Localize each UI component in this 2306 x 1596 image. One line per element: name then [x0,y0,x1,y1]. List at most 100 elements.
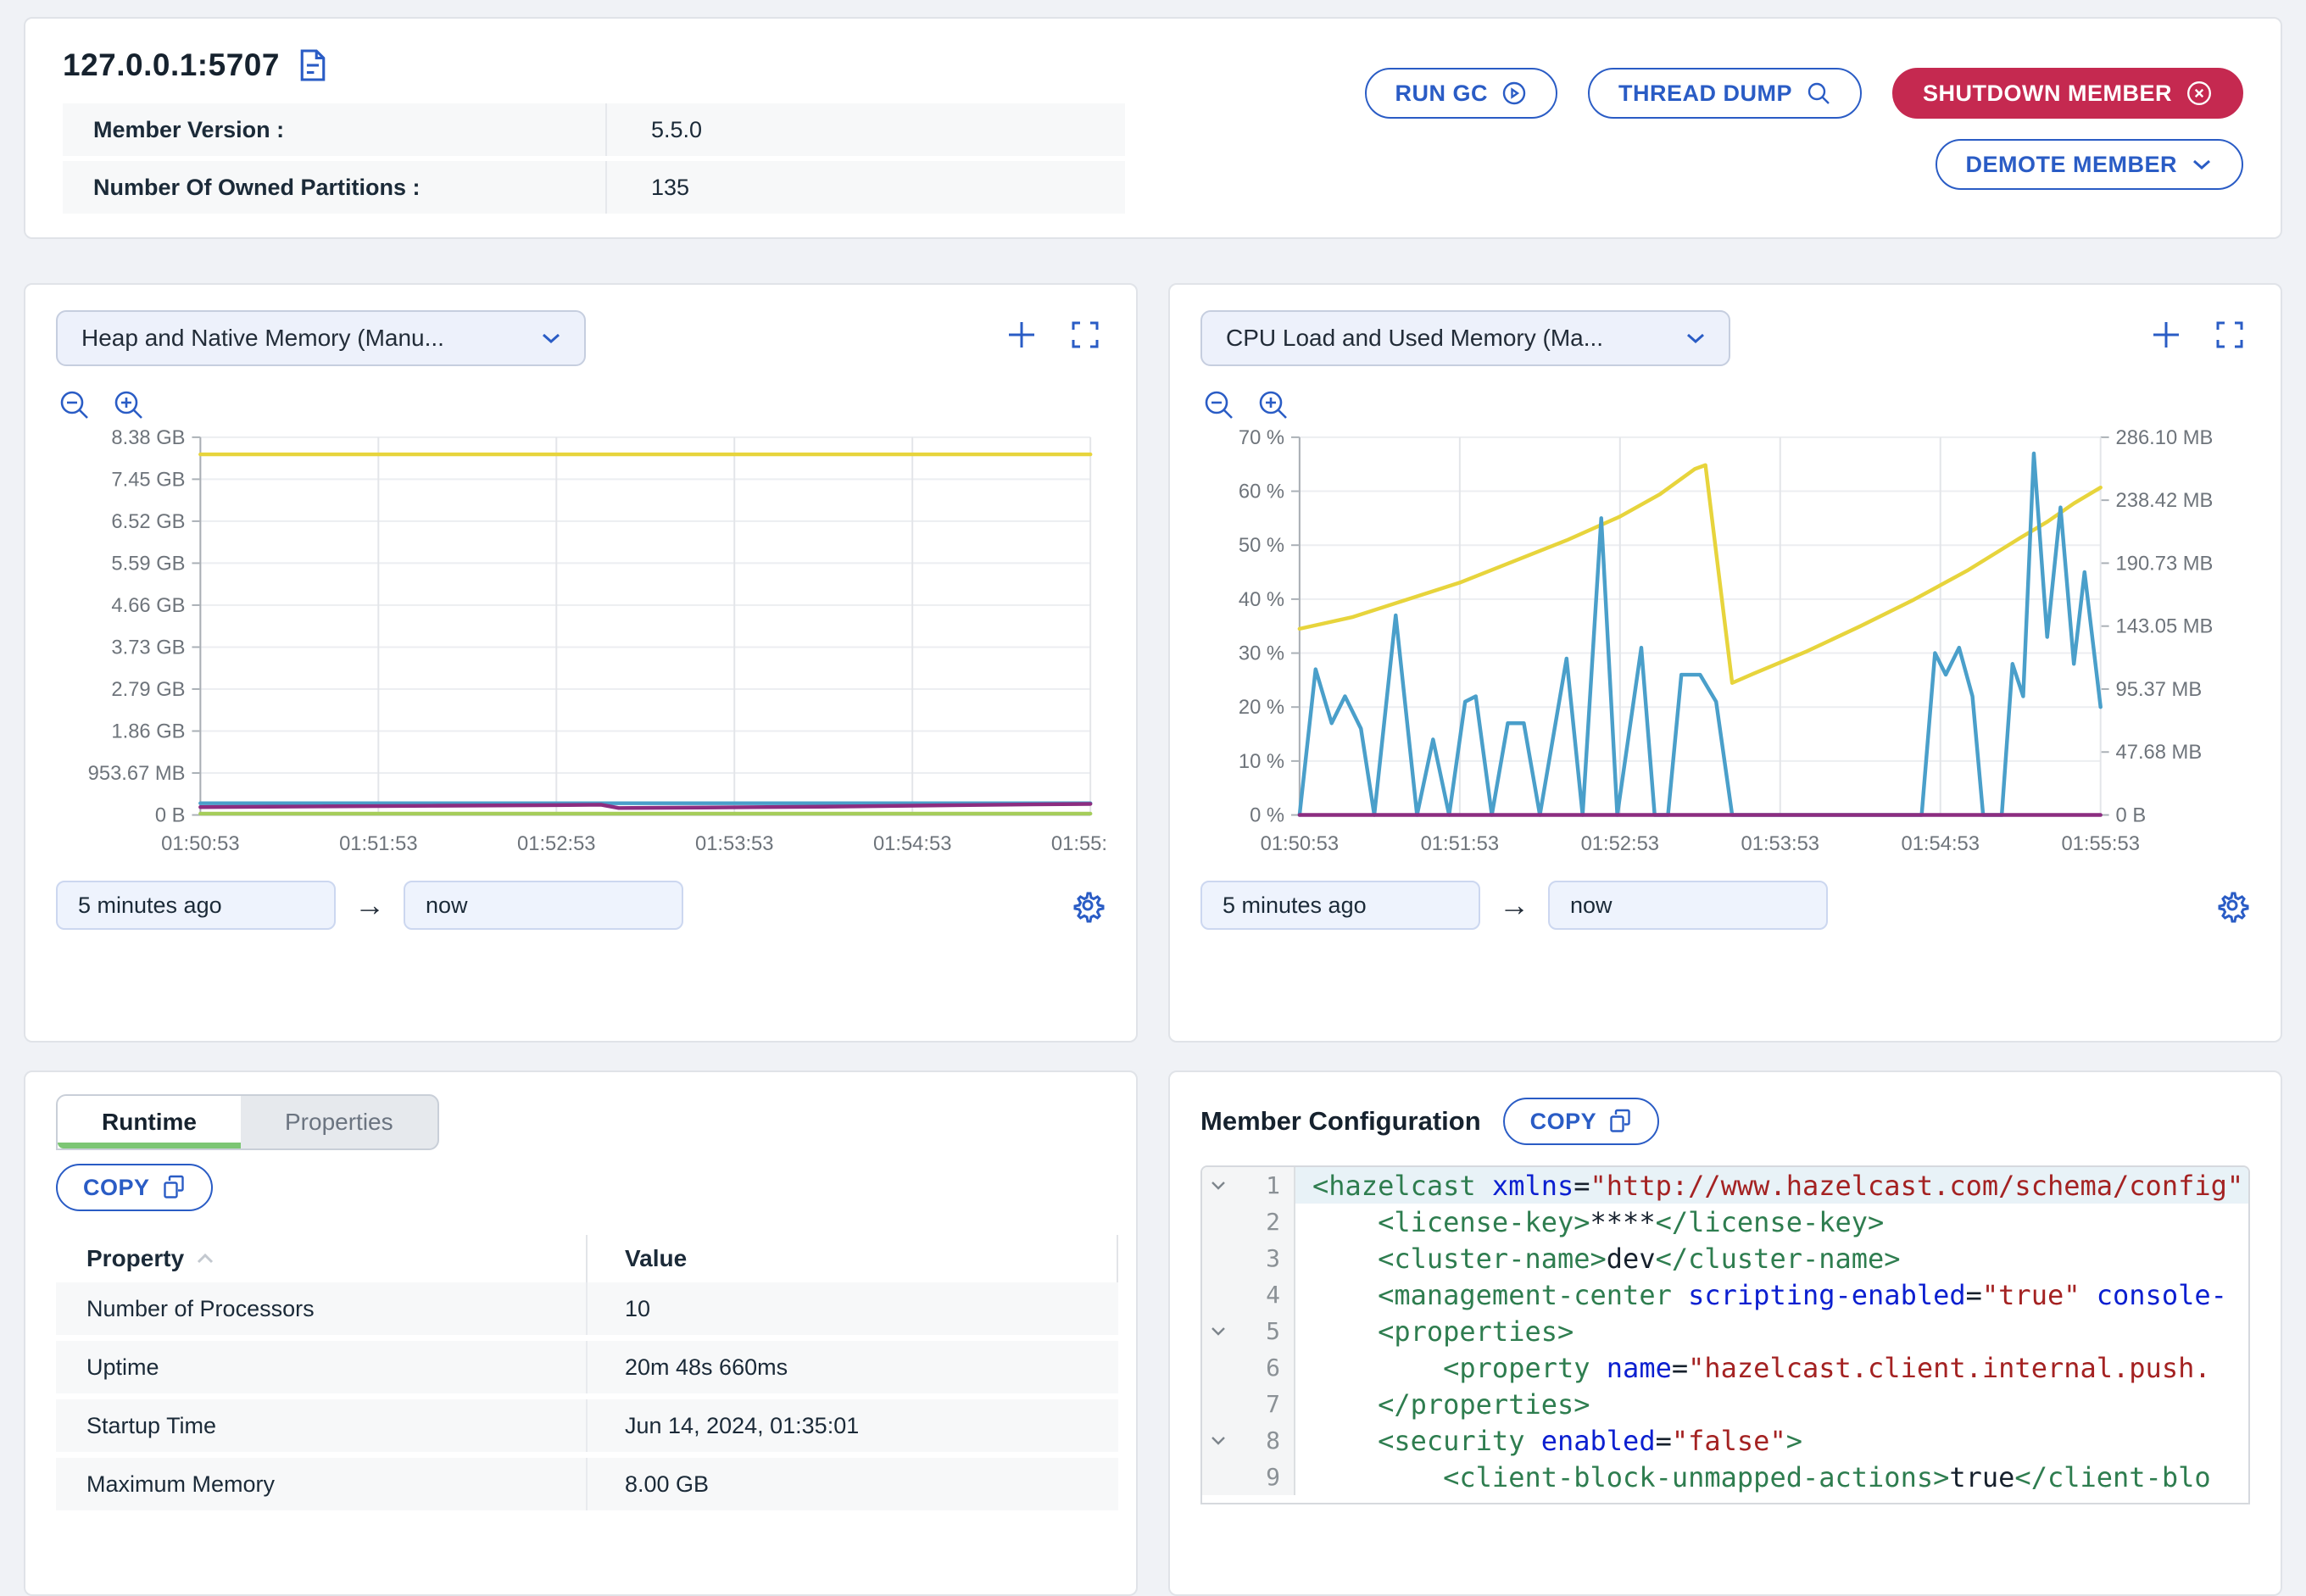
chevron-down-icon [1685,331,1707,346]
line-number: 7 [1234,1390,1294,1418]
column-header-value[interactable]: Value [586,1235,1118,1282]
run-gc-button[interactable]: RUN GC [1365,68,1558,119]
search-icon [1806,81,1831,106]
editor-gutter[interactable]: 4 [1202,1276,1295,1313]
svg-text:01:54:53: 01:54:53 [873,832,951,855]
tab-runtime[interactable]: Runtime [58,1096,241,1148]
run-gc-label: RUN GC [1395,81,1489,107]
code-text: <properties> [1295,1313,2248,1349]
time-to-input[interactable] [1548,881,1828,930]
svg-text:20 %: 20 % [1239,696,1284,719]
svg-text:01:54:53: 01:54:53 [1902,832,1980,855]
heap-memory-chart-card: Heap and Native Memory (Manu... [24,283,1138,1043]
zoom-out-icon[interactable] [1202,388,1236,422]
line-number: 2 [1234,1208,1294,1236]
time-from-input[interactable] [1200,881,1480,930]
code-text: <hazelcast xmlns="http://www.hazelcast.c… [1295,1167,2248,1204]
info-value: 135 [605,161,1125,214]
svg-text:1.86 GB: 1.86 GB [111,720,185,742]
code-line: 9 <client-block-unmapped-actions>true</c… [1202,1459,2248,1495]
member-config-doc-icon[interactable] [298,48,327,82]
time-to-input[interactable] [404,881,683,930]
editor-gutter[interactable]: 8 [1202,1422,1295,1459]
code-text: </properties> [1295,1386,2248,1422]
info-row-version: Member Version : 5.5.0 [63,103,1125,156]
svg-text:10 %: 10 % [1239,750,1284,773]
config-xml-editor[interactable]: 1<hazelcast xmlns="http://www.hazelcast.… [1200,1165,2250,1504]
svg-text:01:51:53: 01:51:53 [339,832,417,855]
code-text: <license-key>****</license-key> [1295,1204,2248,1240]
svg-text:47.68 MB: 47.68 MB [2116,741,2203,764]
shutdown-member-button[interactable]: SHUTDOWN MEMBER [1892,68,2243,119]
zoom-in-icon[interactable] [1256,388,1290,422]
info-value: 5.5.0 [605,103,1125,156]
svg-text:01:53:53: 01:53:53 [1741,832,1819,855]
chart-settings-gear-icon[interactable] [2214,887,2250,923]
zoom-in-icon[interactable] [112,388,146,422]
zoom-out-icon[interactable] [58,388,92,422]
code-line: 5 <properties> [1202,1313,2248,1349]
cpu-metric-select[interactable]: CPU Load and Used Memory (Ma... [1200,310,1730,366]
code-text: <cluster-name>dev</cluster-name> [1295,1240,2248,1276]
tab-properties[interactable]: Properties [241,1096,437,1148]
svg-text:4.66 GB: 4.66 GB [111,594,185,617]
heap-memory-chart[interactable]: 0 B953.67 MB1.86 GB2.79 GB3.73 GB4.66 GB… [56,425,1106,862]
member-info-table: Member Version : 5.5.0 Number Of Owned P… [63,103,1125,214]
svg-text:70 %: 70 % [1239,426,1284,449]
close-circle-icon [2186,80,2213,107]
editor-gutter[interactable]: 6 [1202,1349,1295,1386]
info-label: Member Version : [63,117,605,143]
table-row: Number of Processors10 [56,1282,1118,1335]
demote-member-button[interactable]: DEMOTE MEMBER [1936,139,2244,190]
line-number: 4 [1234,1281,1294,1309]
fold-chevron-icon[interactable] [1202,1326,1234,1337]
svg-text:01:51:53: 01:51:53 [1421,832,1499,855]
code-text: <client-block-unmapped-actions>true</cli… [1295,1459,2248,1495]
editor-gutter[interactable]: 7 [1202,1386,1295,1422]
svg-text:0 B: 0 B [155,804,186,826]
chart-settings-gear-icon[interactable] [1070,887,1106,923]
copy-runtime-button[interactable]: COPY [56,1164,213,1211]
thread-dump-label: THREAD DUMP [1618,81,1792,107]
fold-chevron-icon[interactable] [1202,1181,1234,1191]
fullscreen-icon[interactable] [2214,320,2245,350]
line-number: 6 [1234,1354,1294,1382]
editor-gutter[interactable]: 5 [1202,1313,1295,1349]
heap-metric-select[interactable]: Heap and Native Memory (Manu... [56,310,586,366]
runtime-tabs: Runtime Properties [56,1094,439,1150]
svg-text:01:55:53: 01:55:53 [1051,832,1106,855]
arrow-right-icon: → [354,887,385,923]
copy-label: COPY [1530,1109,1597,1135]
add-chart-icon[interactable] [1005,319,1038,351]
cpu-metric-select-label: CPU Load and Used Memory (Ma... [1226,325,1603,352]
editor-gutter[interactable]: 3 [1202,1240,1295,1276]
thread-dump-button[interactable]: THREAD DUMP [1588,68,1862,119]
cpu-memory-chart-card: CPU Load and Used Memory (Ma... [1168,283,2282,1043]
copy-config-button[interactable]: COPY [1503,1098,1660,1145]
line-number: 9 [1234,1463,1294,1491]
table-row: Uptime20m 48s 660ms [56,1341,1118,1393]
code-text: <management-center scripting-enabled="tr… [1295,1276,2248,1313]
copy-label: COPY [83,1175,150,1201]
svg-text:7.45 GB: 7.45 GB [111,468,185,491]
fullscreen-icon[interactable] [1070,320,1100,350]
table-row: Startup TimeJun 14, 2024, 01:35:01 [56,1399,1118,1452]
svg-text:238.42 MB: 238.42 MB [2116,489,2214,512]
fold-chevron-icon[interactable] [1202,1436,1234,1446]
chevron-down-icon [2191,157,2213,172]
editor-gutter[interactable]: 2 [1202,1204,1295,1240]
tab-runtime-label: Runtime [102,1109,197,1136]
svg-text:3.73 GB: 3.73 GB [111,636,185,659]
svg-text:01:52:53: 01:52:53 [517,832,595,855]
arrow-right-icon: → [1499,887,1529,923]
member-configuration-card: Member Configuration COPY 1<hazelcast xm… [1168,1070,2282,1596]
editor-gutter[interactable]: 9 [1202,1459,1295,1495]
add-chart-icon[interactable] [2150,319,2182,351]
table-row: Maximum Memory8.00 GB [56,1458,1118,1510]
column-header-property[interactable]: Property [56,1235,586,1282]
svg-text:5.59 GB: 5.59 GB [111,552,185,575]
editor-gutter[interactable]: 1 [1202,1167,1295,1204]
time-from-input[interactable] [56,881,336,930]
svg-text:01:50:53: 01:50:53 [1261,832,1339,855]
cpu-memory-chart[interactable]: 0 %10 %20 %30 %40 %50 %60 %70 %0 B47.68 … [1200,425,2250,862]
